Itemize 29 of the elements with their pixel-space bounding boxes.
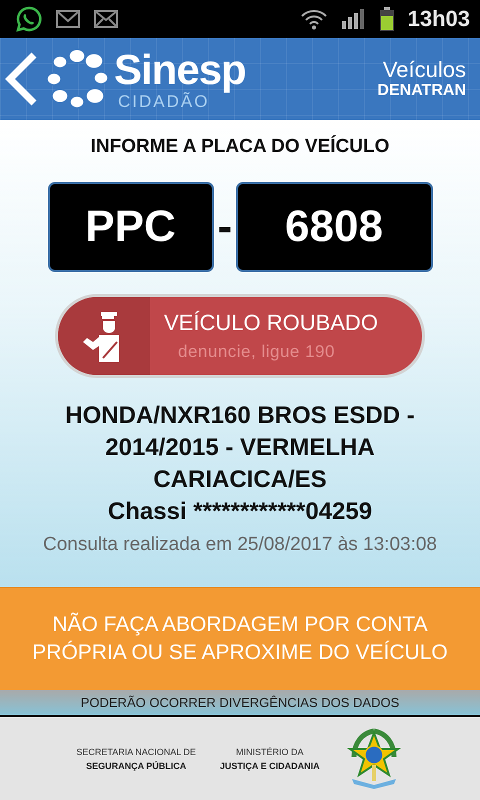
plate-separator: -: [218, 202, 232, 252]
plate-numbers-field[interactable]: 6808: [236, 182, 432, 272]
logo-title: Sinesp: [114, 48, 246, 90]
plate-prompt: INFORME A PLACA DO VEÍCULO: [90, 136, 390, 158]
chassis-number: Chassi ************04259: [108, 497, 372, 527]
footer-caption: MINISTÉRIO DA: [236, 746, 304, 756]
signal-icon: [342, 9, 366, 29]
battery-icon: [380, 7, 394, 31]
logo-ring-icon: [46, 48, 108, 110]
plate-letters-field[interactable]: PPC: [48, 182, 214, 272]
logo-subtitle: CIDADÃO: [118, 92, 210, 110]
footer-caption: SECRETARIA NACIONAL DE: [76, 746, 196, 756]
agency-name: DENATRAN: [377, 82, 466, 100]
disclaimer-text: PODERÃO OCORRER DIVERGÊNCIAS DOS DADOS: [80, 695, 400, 710]
wifi-icon: [300, 8, 328, 30]
status-time: 13h03: [408, 6, 470, 32]
warning-text: NÃO FAÇA ABORDAGEM POR CONTA PRÓPRIA OU SE APROXIME DO VEÍCULO: [31, 612, 449, 666]
footer-agency: JUSTIÇA E CIDADANIA: [220, 760, 320, 770]
alert-title: VEÍCULO ROUBADO: [164, 310, 378, 336]
envelope-icon: [94, 10, 118, 28]
vehicle-info: 2014/2015 - VERMELHA: [105, 433, 375, 463]
alert-subtitle: denuncie, ligue 190: [177, 342, 336, 362]
section-title: Veículos: [382, 58, 466, 82]
chat-app-icon: [16, 6, 42, 32]
footer-agency: SEGURANÇA PÚBLICA: [86, 760, 186, 770]
vehicle-info: HONDA/NXR160 BROS ESDD -: [65, 401, 415, 431]
query-timestamp: Consulta realizada em 25/08/2017 às 13:03:08: [43, 534, 437, 556]
vehicle-info: CARIACICA/ES: [153, 465, 327, 495]
mail-icon: [56, 10, 80, 28]
